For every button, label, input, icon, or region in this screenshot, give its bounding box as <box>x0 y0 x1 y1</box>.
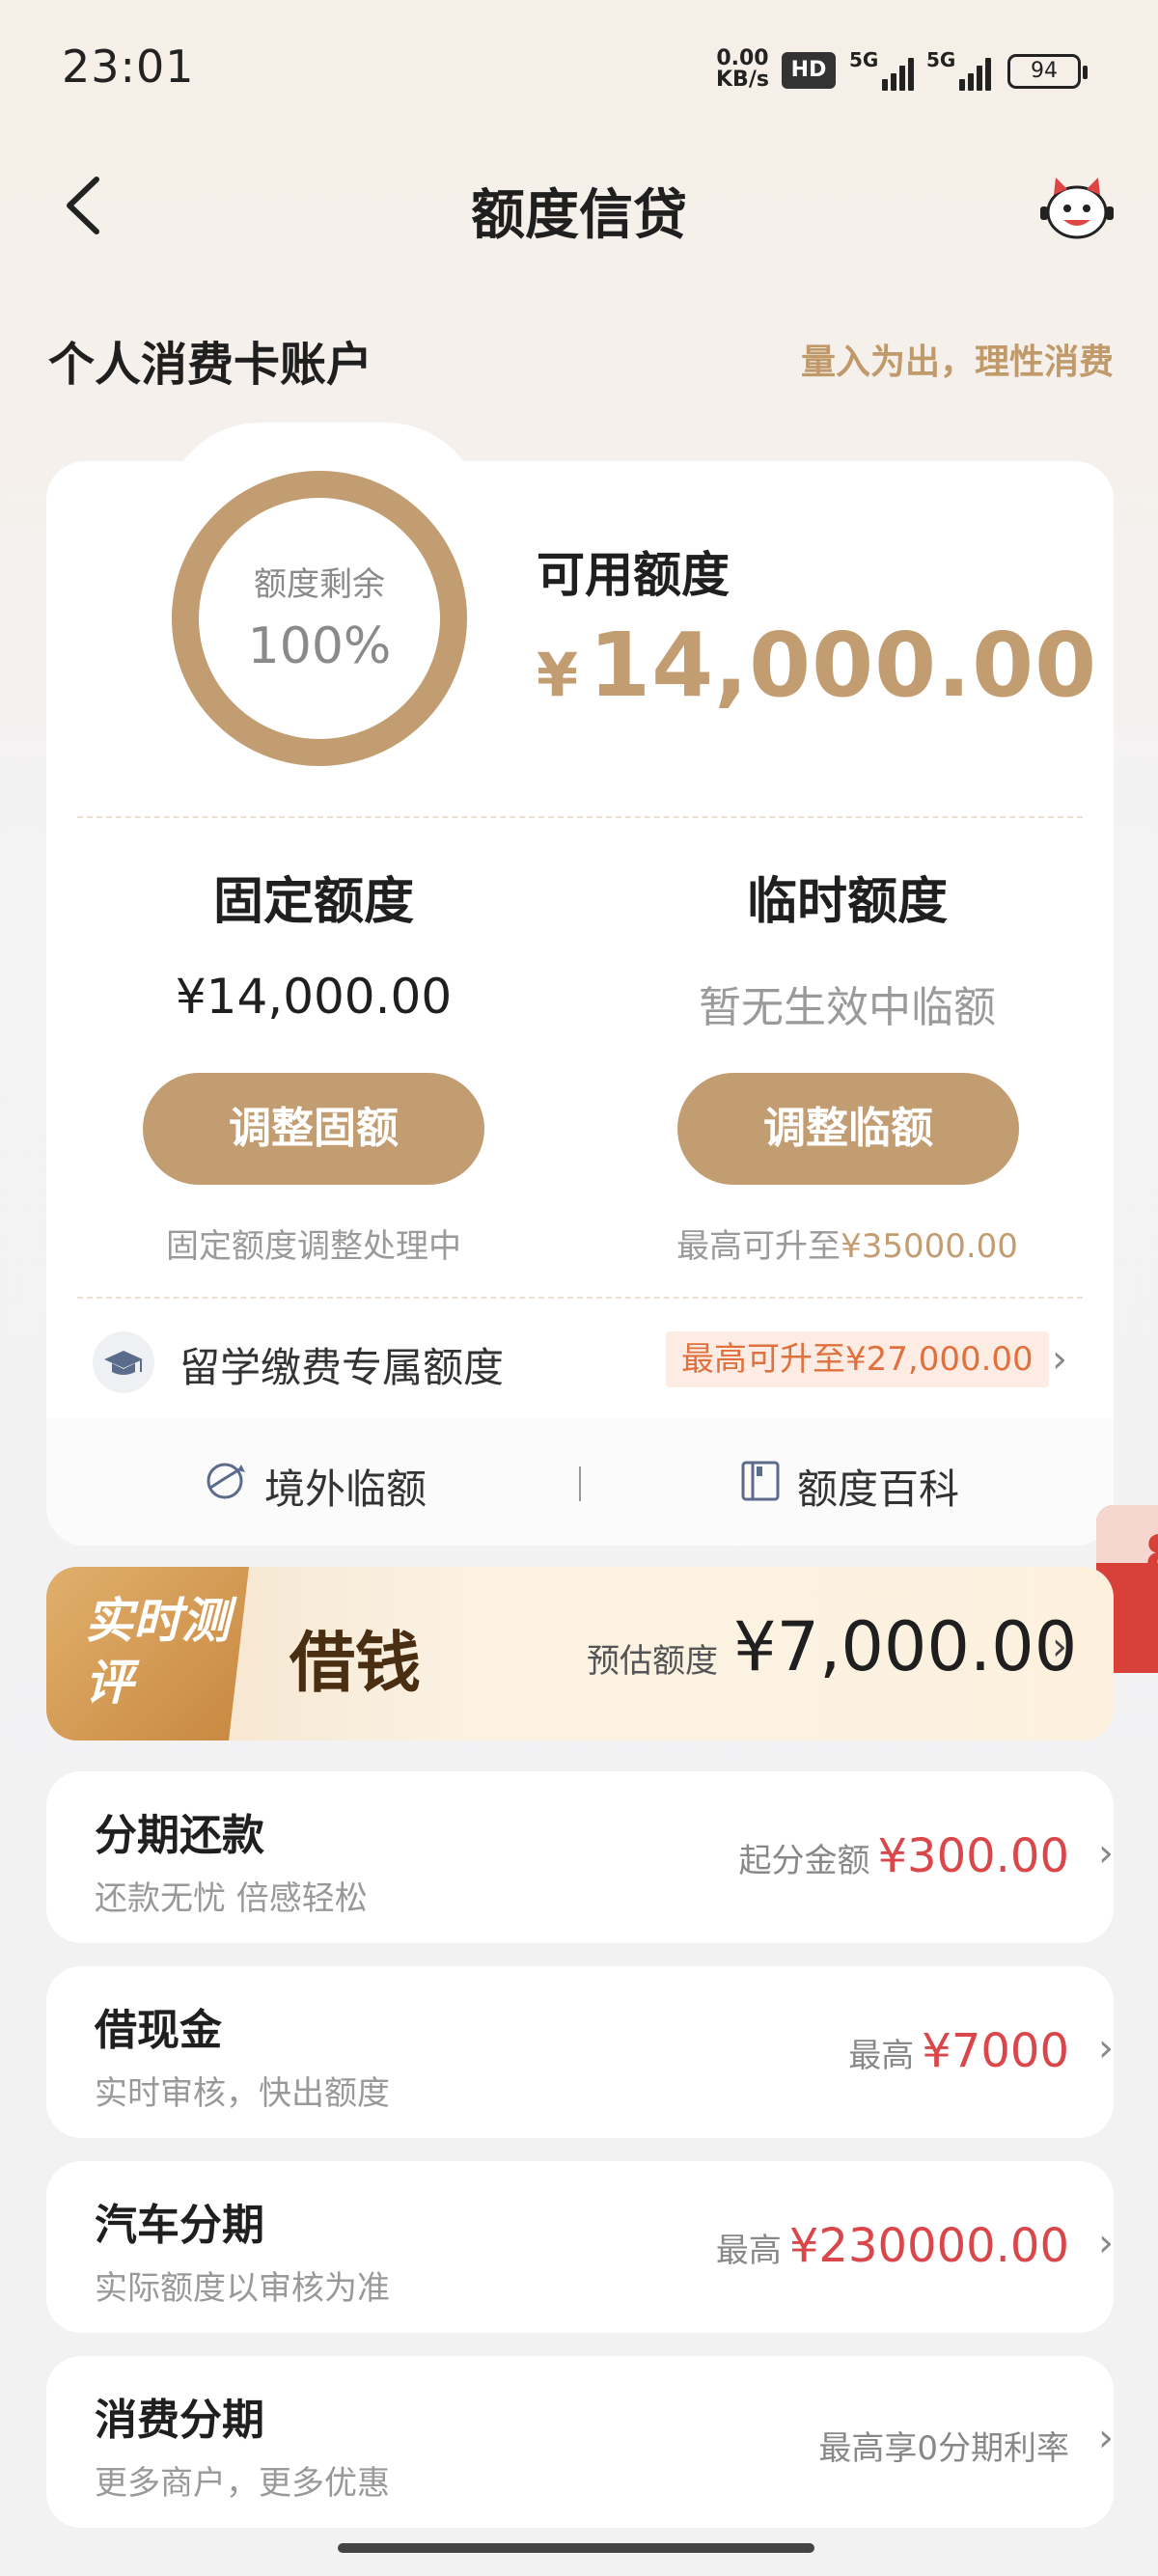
study-abroad-link[interactable]: 留学缴费专属额度 <box>179 1335 504 1394</box>
net-speed-value: 0.00 <box>716 46 769 70</box>
estimate-label: 预估额度 <box>587 1642 718 1681</box>
list-item-value: 最高 ¥7000 <box>848 2024 1069 2078</box>
divider <box>77 816 1083 818</box>
adjust-temp-button[interactable]: 调整临额 <box>677 1073 1019 1185</box>
page-title: 额度信贷 <box>471 184 687 247</box>
note-prefix: 最高可升至 <box>676 1227 841 1266</box>
available-value: 14,000.00 <box>589 614 1098 717</box>
note-amount: ¥35000.00 <box>841 1227 1018 1266</box>
list-item-title: 汽车分期 <box>95 2201 264 2250</box>
status-time: 23:01 <box>62 41 195 93</box>
list-item-title: 借现金 <box>95 2006 222 2055</box>
temp-limit-note: 最高可升至¥35000.00 <box>577 1219 1117 1267</box>
signal-label: 5G <box>926 48 956 71</box>
battery-level: 94 <box>1031 59 1058 83</box>
book-icon <box>739 1459 782 1503</box>
fixed-limit-title: 固定额度 <box>212 873 414 931</box>
list-item-value: 起分金额 ¥300.00 <box>739 1829 1070 1883</box>
ring-value: 100% <box>247 617 392 675</box>
available-amount: ¥14,000.00 <box>537 614 1097 717</box>
ring-label: 额度剩余 <box>254 565 385 604</box>
list-item-subtitle: 实际额度以审核为准 <box>95 2269 390 2308</box>
globe-plane-icon <box>203 1459 247 1503</box>
temp-limit-title: 临时额度 <box>746 873 948 931</box>
fixed-limit-note: 固定额度调整处理中 <box>166 1227 461 1266</box>
list-item-title: 消费分期 <box>95 2396 264 2445</box>
borrow-title: 借钱 <box>290 1625 422 1702</box>
signal-5g-icon: 5G <box>849 48 917 91</box>
value-amount: ¥7000 <box>922 2024 1069 2078</box>
signal-5g-icon: 5G <box>926 48 996 91</box>
adjust-fixed-button[interactable]: 调整固额 <box>143 1073 484 1185</box>
fixed-limit-value: ¥14,000.00 <box>175 969 453 1025</box>
value-prefix: 最高 <box>848 2037 915 2075</box>
chevron-right-icon[interactable]: › <box>1098 2416 1114 2460</box>
temp-limit-value: 暂无生效中临额 <box>699 983 996 1032</box>
overseas-temp-limit-link[interactable]: 境外临额 <box>264 1457 427 1516</box>
list-item-value: 最高享0分期利率 <box>818 2422 1069 2469</box>
net-speed-unit: KB/s <box>716 68 769 92</box>
chevron-right-icon[interactable]: › <box>1052 1625 1067 1669</box>
cat-mascot-icon[interactable] <box>1038 174 1116 241</box>
promo-text: 8 <box>1144 1524 1158 1587</box>
strip-separator <box>579 1466 581 1501</box>
chevron-right-icon[interactable]: › <box>1098 2221 1114 2265</box>
value-prefix: 最高 <box>715 2232 782 2270</box>
chevron-right-icon[interactable]: › <box>1052 1337 1067 1382</box>
value-amount: ¥300.00 <box>877 1829 1070 1883</box>
battery-icon: 94 <box>1007 54 1088 89</box>
limit-wiki-link[interactable]: 额度百科 <box>797 1457 959 1516</box>
value-prefix: 起分金额 <box>738 1842 870 1880</box>
account-title: 个人消费卡账户 <box>48 338 373 392</box>
chevron-right-icon[interactable]: › <box>1098 1831 1114 1876</box>
list-item-subtitle: 实时审核，快出额度 <box>95 2074 390 2113</box>
home-indicator[interactable] <box>338 2543 814 2553</box>
available-label: 可用额度 <box>537 547 730 603</box>
realtime-eval-label: 实时测评 <box>85 1593 230 1711</box>
study-abroad-tag: 最高可升至¥27,000.00 <box>666 1331 1049 1387</box>
list-item-subtitle: 还款无忧 倍感轻松 <box>95 1879 368 1918</box>
network-speed: 0.00 KB/s <box>716 48 769 91</box>
value-text: 最高享0分期利率 <box>818 2429 1069 2468</box>
currency-symbol: ¥ <box>537 640 580 710</box>
hd-voice-badge: HD <box>782 52 836 89</box>
value-amount: ¥230000.00 <box>788 2219 1069 2273</box>
list-item-subtitle: 更多商户，更多优惠 <box>95 2464 390 2503</box>
estimate-amount: ¥7,000.00 <box>733 1607 1078 1686</box>
list-item-value: 最高 ¥230000.00 <box>716 2219 1069 2273</box>
divider <box>77 1297 1083 1299</box>
graduation-cap-icon <box>93 1331 154 1393</box>
signal-label: 5G <box>849 48 879 71</box>
chevron-right-icon[interactable]: › <box>1098 2026 1114 2070</box>
list-item-title: 分期还款 <box>95 1811 264 1860</box>
slogan: 量入为出，理性消费 <box>800 343 1114 382</box>
